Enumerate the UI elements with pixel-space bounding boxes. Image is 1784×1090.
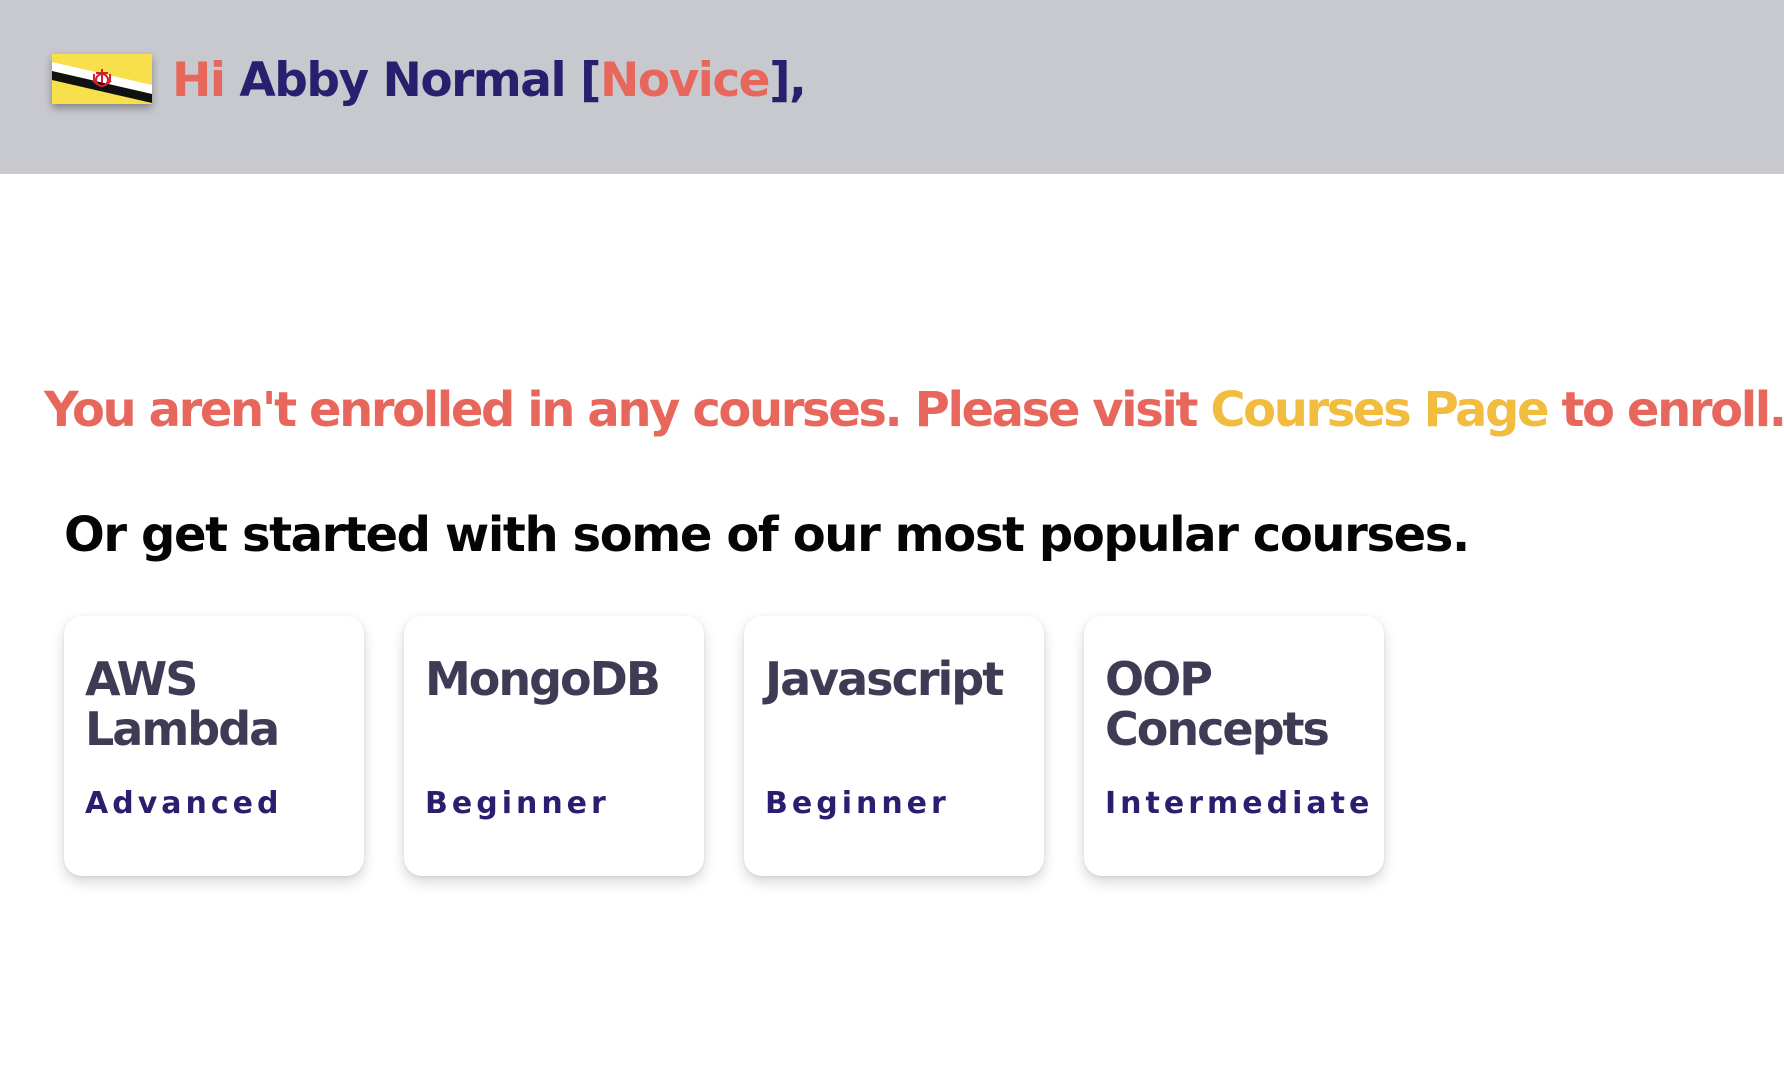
top-header: Hi Abby Normal [Novice], (0, 0, 1784, 174)
user-rank: Novice (599, 53, 771, 108)
course-level: Beginner (765, 786, 950, 821)
notice-text-after: to enroll. (1547, 382, 1784, 438)
course-title: Javascript (765, 654, 1024, 774)
course-title-line2: Lambda (85, 702, 280, 756)
course-level: Beginner (425, 786, 610, 821)
course-title-line1: AWS (85, 652, 198, 706)
notice-text-before: You aren't enrolled in any courses. Plea… (44, 382, 1211, 438)
rank-bracket-close: ], (769, 53, 807, 108)
course-level: Advanced (85, 786, 283, 821)
user-name: Abby Normal (239, 53, 566, 108)
popular-courses-heading: Or get started with some of our most pop… (64, 507, 1470, 563)
greeting: Hi Abby Normal [Novice], (172, 50, 807, 112)
not-enrolled-notice: You aren't enrolled in any courses. Plea… (44, 380, 1784, 440)
greeting-hi: Hi (172, 53, 226, 108)
course-title-line1: Javascript (765, 652, 1004, 706)
brunei-flag-icon (52, 54, 152, 104)
course-card-aws-lambda[interactable]: AWS Lambda Advanced (64, 616, 364, 876)
rank-bracket-open: [ (579, 53, 601, 108)
course-card-javascript[interactable]: Javascript Beginner (744, 616, 1044, 876)
course-title: AWS Lambda (85, 654, 344, 774)
course-title-line2: Concepts (1105, 702, 1330, 756)
course-level: Intermediate (1105, 786, 1374, 821)
courses-page-link[interactable]: Courses Page (1210, 382, 1549, 438)
course-title-line1: OOP (1105, 652, 1213, 706)
course-title: MongoDB (425, 654, 684, 774)
course-title: OOP Concepts (1105, 654, 1364, 774)
course-card-oop-concepts[interactable]: OOP Concepts Intermediate (1084, 616, 1384, 876)
course-title-line1: MongoDB (425, 652, 661, 706)
course-card-mongodb[interactable]: MongoDB Beginner (404, 616, 704, 876)
